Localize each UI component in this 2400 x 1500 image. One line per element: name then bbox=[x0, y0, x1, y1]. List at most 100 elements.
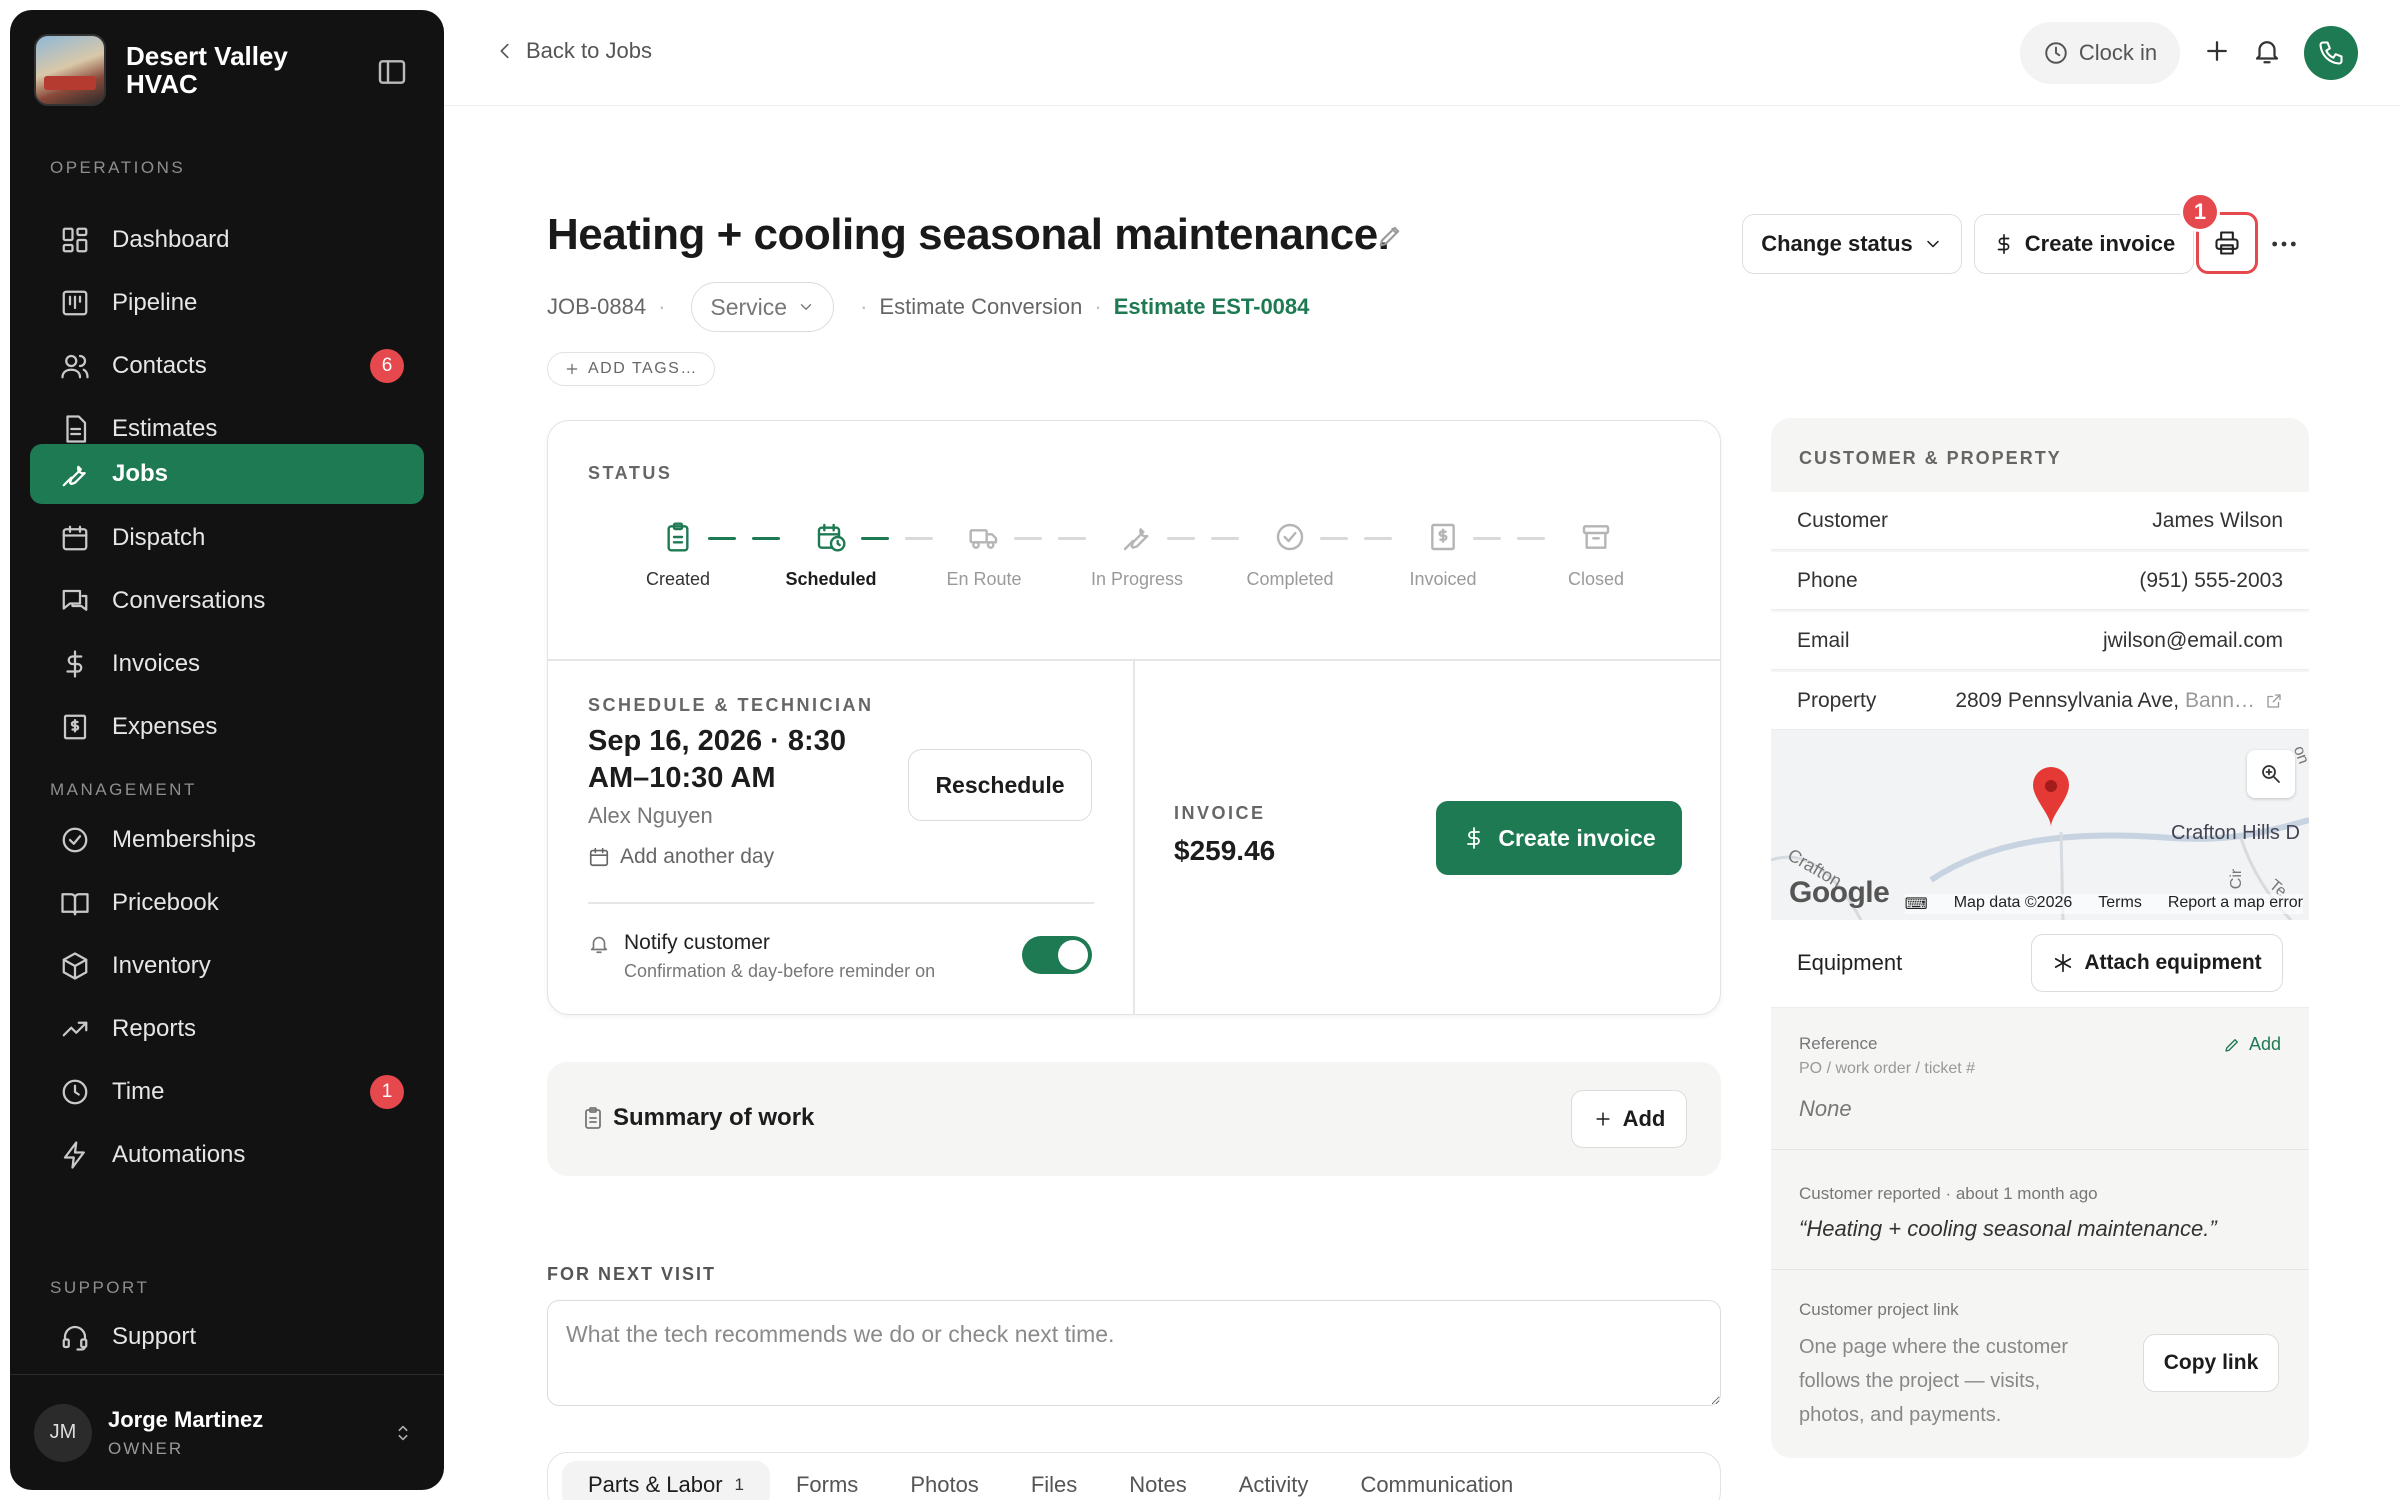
add-summary-button[interactable]: Add bbox=[1571, 1090, 1687, 1148]
phone-value[interactable]: (951) 555-2003 bbox=[2139, 569, 2283, 593]
sidebar-item-inventory[interactable]: Inventory bbox=[30, 936, 424, 996]
tab-communication[interactable]: Communication bbox=[1334, 1461, 1539, 1500]
map-data-label: Map data ©2026 bbox=[1953, 894, 2073, 911]
scheduled-icon bbox=[817, 523, 846, 552]
section-management: MANAGEMENT bbox=[50, 780, 197, 799]
customer-row[interactable]: Customer James Wilson bbox=[1771, 492, 2309, 550]
clock-in-label: Clock in bbox=[2078, 40, 2158, 65]
status-step-completed[interactable]: Completed bbox=[1220, 521, 1360, 590]
change-status-button[interactable]: Change status bbox=[1742, 214, 1962, 274]
notify-customer-toggle[interactable] bbox=[1022, 936, 1092, 974]
map-report-link[interactable]: Report a map error bbox=[2168, 894, 2303, 914]
email-row[interactable]: Email jwilson@email.com bbox=[1771, 612, 2309, 670]
sidebar-item-reports[interactable]: Reports bbox=[30, 999, 424, 1059]
tab-forms[interactable]: Forms bbox=[770, 1461, 884, 1500]
add-another-day-link[interactable]: Add another day bbox=[588, 845, 774, 869]
status-connector bbox=[1014, 537, 1042, 540]
property-key: Property bbox=[1797, 688, 1877, 712]
property-value[interactable]: 2809 Pennsylvania Ave, Bann… bbox=[1955, 689, 2283, 713]
more-options-icon[interactable] bbox=[2268, 228, 2300, 260]
brand[interactable]: Desert Valley HVAC bbox=[34, 34, 326, 106]
dollar-icon bbox=[1467, 827, 1481, 849]
sidebar-item-memberships[interactable]: Memberships bbox=[30, 810, 424, 870]
sidebar-item-label: Jobs bbox=[112, 460, 169, 487]
technician-name[interactable]: Alex Nguyen bbox=[588, 803, 713, 829]
invoice-amount: $259.46 bbox=[1174, 835, 1276, 866]
sidebar-item-conversations[interactable]: Conversations bbox=[30, 571, 424, 631]
notify-customer-title: Notify customer bbox=[624, 931, 770, 954]
phone-row[interactable]: Phone (951) 555-2003 bbox=[1771, 552, 2309, 610]
reference-add-button[interactable]: Add bbox=[2223, 1034, 2281, 1055]
equipment-key: Equipment bbox=[1797, 950, 1903, 975]
external-link-icon[interactable] bbox=[2265, 692, 2283, 710]
map-zoom-button[interactable] bbox=[2247, 750, 2295, 798]
next-visit-input[interactable] bbox=[547, 1300, 1721, 1406]
property-row[interactable]: Property 2809 Pennsylvania Ave, Bann… bbox=[1771, 672, 2309, 730]
status-step-closed[interactable]: Closed bbox=[1526, 521, 1666, 590]
sidebar-item-automations[interactable]: Automations bbox=[30, 1125, 424, 1185]
reschedule-button[interactable]: Reschedule bbox=[908, 749, 1092, 821]
section-support: SUPPORT bbox=[50, 1278, 150, 1297]
status-step-scheduled[interactable]: Scheduled bbox=[761, 521, 901, 590]
sidebar-item-contacts[interactable]: Contacts 6 bbox=[30, 336, 424, 396]
project-link-description: One page where the customer follows the … bbox=[1799, 1336, 2069, 1426]
email-value[interactable]: jwilson@email.com bbox=[2103, 629, 2283, 653]
estimate-link[interactable]: Estimate EST-0084 bbox=[1114, 294, 1310, 320]
sidebar-item-pipeline[interactable]: Pipeline bbox=[30, 273, 424, 333]
status-step-created[interactable]: Created bbox=[608, 521, 748, 590]
plus-icon[interactable] bbox=[2202, 36, 2232, 66]
tab-files[interactable]: Files bbox=[1005, 1461, 1103, 1500]
tab-parts-labor[interactable]: Parts & Labor 1 bbox=[562, 1461, 770, 1500]
sidebar-item-dashboard[interactable]: Dashboard bbox=[30, 210, 424, 270]
sidebar-item-expenses[interactable]: Expenses bbox=[30, 697, 424, 757]
attach-equipment-button[interactable]: Attach equipment bbox=[2031, 934, 2283, 992]
status-step-label: Closed bbox=[1567, 569, 1625, 589]
sidebar-item-dispatch[interactable]: Dispatch bbox=[30, 508, 424, 568]
tab-photos[interactable]: Photos bbox=[884, 1461, 1005, 1500]
notify-customer-subtitle: Confirmation & day-before reminder on bbox=[624, 961, 936, 981]
project-link-block: Customer project link One page where the… bbox=[1771, 1270, 2309, 1458]
keyboard-icon[interactable]: ⌨ bbox=[1905, 894, 1928, 914]
contacts-icon bbox=[60, 351, 90, 381]
map-street-label: Crafton Hills D bbox=[2171, 822, 2300, 844]
sidebar-item-support[interactable]: Support bbox=[30, 1307, 424, 1367]
user-menu[interactable]: JM Jorge Martinez OWNER bbox=[10, 1374, 444, 1490]
job-type-select[interactable]: Service bbox=[691, 282, 835, 332]
edit-title-pencil-icon[interactable] bbox=[1376, 222, 1404, 250]
clock-in-button[interactable]: Clock in bbox=[2020, 22, 2180, 84]
status-step-invoiced[interactable]: Invoiced bbox=[1373, 521, 1513, 590]
customer-value[interactable]: James Wilson bbox=[2152, 509, 2283, 533]
tab-notes[interactable]: Notes bbox=[1103, 1461, 1212, 1500]
create-invoice-button[interactable]: Create invoice bbox=[1436, 801, 1682, 875]
add-tags-button[interactable]: ADD TAGS… bbox=[547, 352, 715, 386]
divider bbox=[1133, 660, 1135, 1014]
bell-icon bbox=[588, 933, 610, 955]
phone-button[interactable] bbox=[2304, 26, 2358, 80]
status-step-in-progress[interactable]: In Progress bbox=[1067, 521, 1207, 590]
brand-logo bbox=[34, 34, 106, 106]
back-to-jobs-link[interactable]: Back to Jobs bbox=[494, 38, 652, 64]
property-map[interactable]: Crafton Hills D Crafton Cir Te on H Goog… bbox=[1771, 730, 2309, 920]
sidebar-item-jobs[interactable]: Jobs bbox=[30, 444, 424, 504]
status-step-label: Completed bbox=[1246, 569, 1334, 589]
add-day-label: Add another day bbox=[620, 845, 775, 868]
sidebar-item-invoices[interactable]: Invoices bbox=[30, 634, 424, 694]
change-status-label: Change status bbox=[1761, 231, 1913, 256]
estimates-icon bbox=[60, 414, 90, 444]
copy-link-button[interactable]: Copy link bbox=[2143, 1334, 2279, 1392]
sidebar-collapse-icon[interactable] bbox=[376, 56, 408, 88]
sidebar-item-time[interactable]: Time 1 bbox=[30, 1062, 424, 1122]
customer-property-label: CUSTOMER & PROPERTY bbox=[1799, 448, 2062, 468]
tab-activity[interactable]: Activity bbox=[1213, 1461, 1335, 1500]
map-footer: ⌨ Map data ©2026 Terms Report a map erro… bbox=[1904, 894, 2303, 914]
sidebar-item-pricebook[interactable]: Pricebook bbox=[30, 873, 424, 933]
reference-hint: PO / work order / ticket # bbox=[1799, 1060, 1976, 1077]
map-terms-link[interactable]: Terms bbox=[2098, 894, 2142, 914]
status-step-label: En Route bbox=[946, 569, 1022, 589]
reference-label: Reference bbox=[1799, 1034, 1878, 1053]
status-step-en-route[interactable]: En Route bbox=[914, 521, 1054, 590]
bell-icon[interactable] bbox=[2252, 36, 2282, 66]
trend-icon bbox=[60, 1014, 90, 1044]
sidebar-item-label: Pipeline bbox=[112, 289, 198, 316]
create-invoice-header-button[interactable]: Create invoice bbox=[1974, 214, 2194, 274]
